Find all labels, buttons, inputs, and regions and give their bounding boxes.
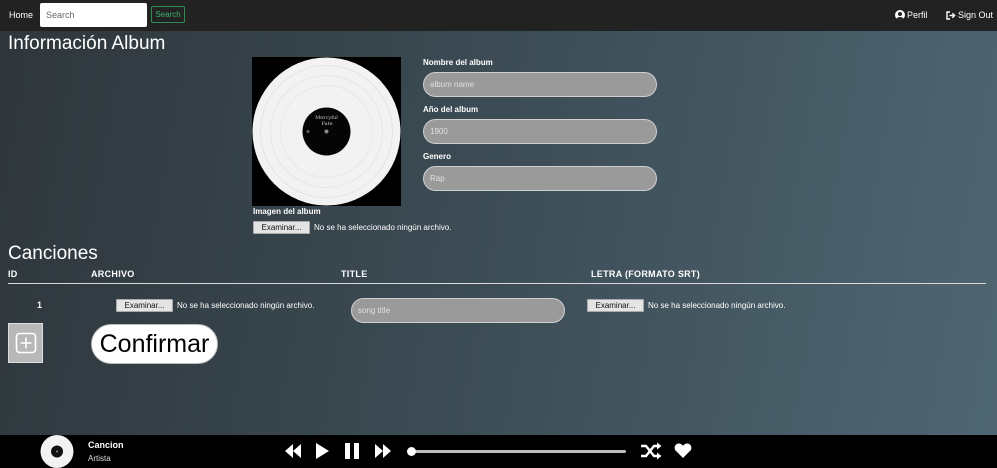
fast-forward-icon[interactable] (374, 442, 392, 460)
now-playing-disc-icon (40, 435, 74, 468)
search-button[interactable]: Search (151, 6, 185, 23)
song-title-input[interactable] (351, 298, 565, 323)
svg-text:Fate: Fate (321, 121, 332, 127)
song-lyrics-file-button[interactable]: Examinar... (587, 299, 644, 312)
now-playing-artist: Artista (88, 454, 111, 463)
sign-out-icon (946, 10, 956, 20)
confirm-button[interactable]: Confirmar (91, 324, 218, 364)
song-file-button[interactable]: Examinar... (116, 299, 173, 312)
user-circle-icon (895, 10, 905, 20)
rewind-icon[interactable] (284, 442, 302, 460)
pause-icon[interactable] (344, 442, 360, 460)
album-name-label: Nombre del album (423, 58, 493, 67)
top-navbar: Home Search Perfil Sign Out (0, 0, 997, 31)
column-header-archivo: ARCHIVO (91, 269, 135, 279)
progress-knob[interactable] (407, 447, 416, 456)
album-year-input[interactable] (423, 119, 657, 144)
progress-bar[interactable] (411, 450, 626, 453)
album-name-input[interactable] (423, 72, 657, 97)
nav-home-link[interactable]: Home (9, 10, 33, 20)
shuffle-icon[interactable] (640, 442, 662, 460)
album-image-label: Imagen del album (253, 207, 321, 216)
album-cover-image: Mercyful Fate (252, 57, 401, 206)
nav-signout-link[interactable]: Sign Out (946, 10, 993, 20)
column-header-letra: LETRA (FORMATO SRT) (591, 269, 701, 279)
songs-section-title: Canciones (8, 243, 98, 264)
page-title: Información Album (8, 33, 166, 54)
column-header-title: TITLE (341, 269, 368, 279)
song-file-status: No se ha seleccionado ningún archivo. (177, 301, 315, 310)
nav-perfil-label: Perfil (907, 10, 928, 20)
search-input[interactable] (40, 3, 147, 27)
album-image-file-button[interactable]: Examinar... (253, 221, 310, 234)
vinyl-record-icon: Mercyful Fate (252, 57, 401, 206)
song-lyrics-file-status: No se ha seleccionado ningún archivo. (648, 301, 786, 310)
play-icon[interactable] (315, 442, 330, 460)
plus-square-icon (15, 332, 36, 354)
heart-icon[interactable] (674, 442, 692, 459)
music-player-bar: Cancion Artista (0, 435, 997, 468)
table-header-divider (8, 283, 986, 284)
album-year-label: Año del album (423, 105, 479, 114)
album-image-file-status: No se ha seleccionado ningún archivo. (314, 223, 452, 232)
album-genre-input[interactable] (423, 166, 657, 191)
column-header-id: ID (8, 269, 18, 279)
nav-perfil-link[interactable]: Perfil (895, 10, 928, 20)
song-id-cell: 1 (37, 300, 43, 310)
album-genre-label: Genero (423, 152, 452, 161)
now-playing-title: Cancion (88, 440, 124, 450)
add-song-button[interactable] (8, 323, 43, 363)
nav-signout-label: Sign Out (958, 10, 994, 20)
